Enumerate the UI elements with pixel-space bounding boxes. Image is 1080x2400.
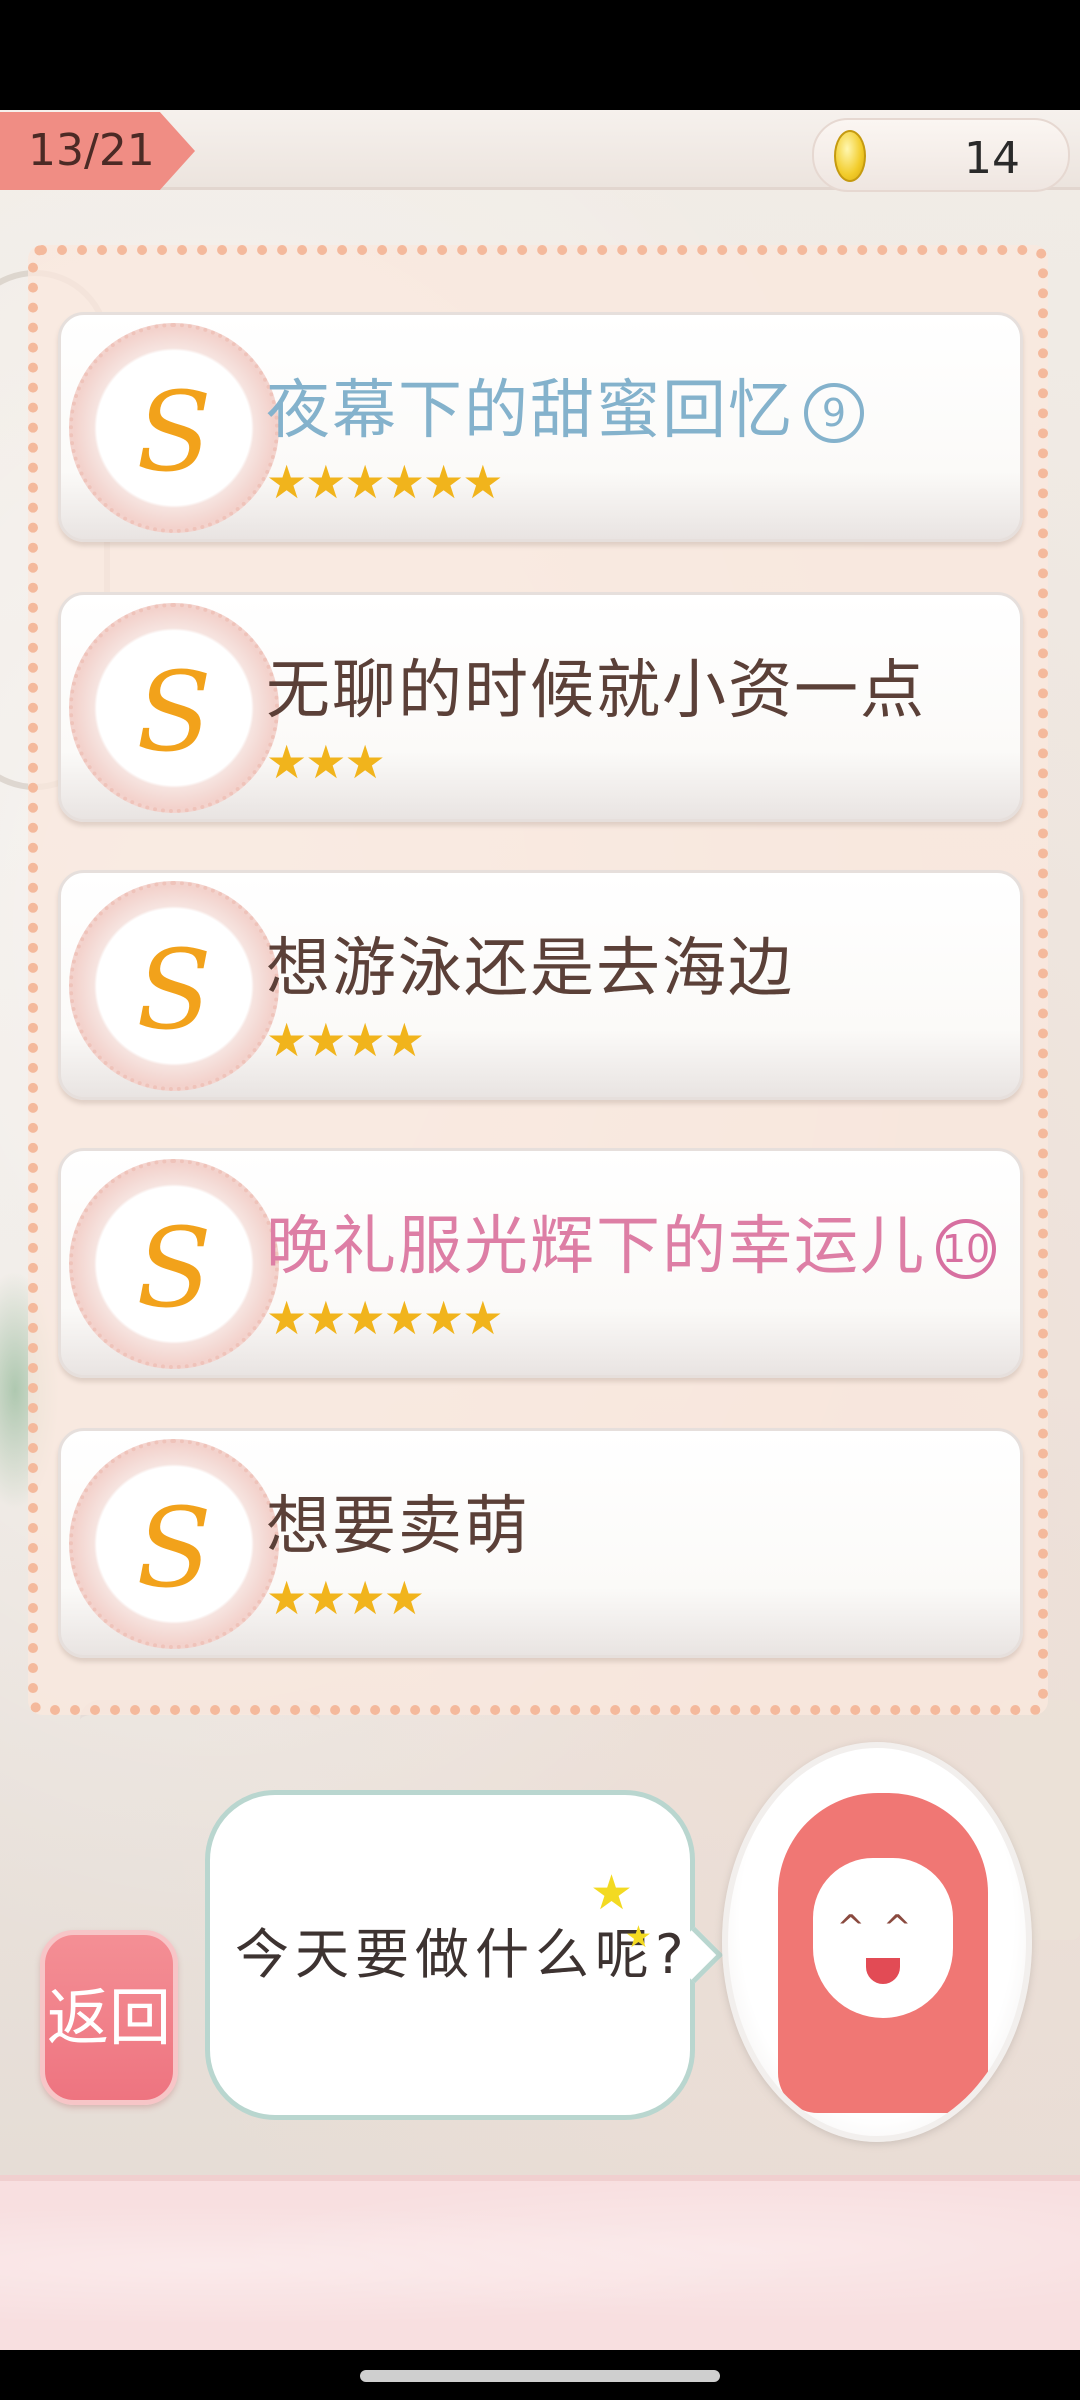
medal-icon: S	[69, 881, 279, 1091]
badge-number: 10	[936, 1219, 996, 1279]
sparkle-star-icon: ★	[590, 1865, 634, 1921]
task-title: 晚礼服光辉下的幸运儿 10	[266, 1195, 996, 1287]
star-rating: ★★★★★★	[266, 1291, 503, 1345]
task-title: 想要卖萌	[266, 1490, 530, 1564]
task-item-1[interactable]: S 夜幕下的甜蜜回忆 9 ★★★★★★	[58, 312, 1023, 542]
coin-counter[interactable]: 14	[812, 118, 1070, 192]
star-rating: ★★★★	[266, 1013, 425, 1067]
speech-bubble-text: 今天要做什么呢?	[235, 1923, 690, 1986]
task-item-5[interactable]: S 想要卖萌 ★★★★	[58, 1428, 1023, 1658]
character-avatar[interactable]: ^^	[722, 1742, 1032, 2142]
coin-count: 14	[964, 133, 1020, 184]
task-title: 无聊的时候就小资一点	[266, 654, 926, 728]
sparkle-star-small-icon: ★	[625, 1920, 652, 1955]
footer-decoration	[0, 2175, 1080, 2350]
status-bar	[0, 0, 1080, 110]
star-rating: ★★★★★★	[266, 455, 503, 509]
back-button[interactable]: 返回	[40, 1930, 178, 2105]
task-item-3[interactable]: S 想游泳还是去海边 ★★★★	[58, 870, 1023, 1100]
task-item-2[interactable]: S 无聊的时候就小资一点 ★★★	[58, 592, 1023, 822]
medal-icon: S	[69, 1159, 279, 1369]
coin-icon	[834, 130, 866, 182]
progress-indicator: 13/21	[0, 112, 195, 190]
avatar-eyes: ^^	[836, 1908, 930, 1948]
star-rating: ★★★	[266, 735, 386, 789]
medal-icon: S	[69, 323, 279, 533]
medal-icon: S	[69, 1439, 279, 1649]
home-indicator[interactable]	[360, 2370, 720, 2382]
badge-number: 9	[804, 383, 864, 443]
task-item-4[interactable]: S 晚礼服光辉下的幸运儿 10 ★★★★★★	[58, 1148, 1023, 1378]
medal-icon: S	[69, 603, 279, 813]
star-rating: ★★★★	[266, 1571, 425, 1625]
task-title: 夜幕下的甜蜜回忆 9	[266, 359, 864, 451]
task-title: 想游泳还是去海边	[266, 932, 794, 1006]
